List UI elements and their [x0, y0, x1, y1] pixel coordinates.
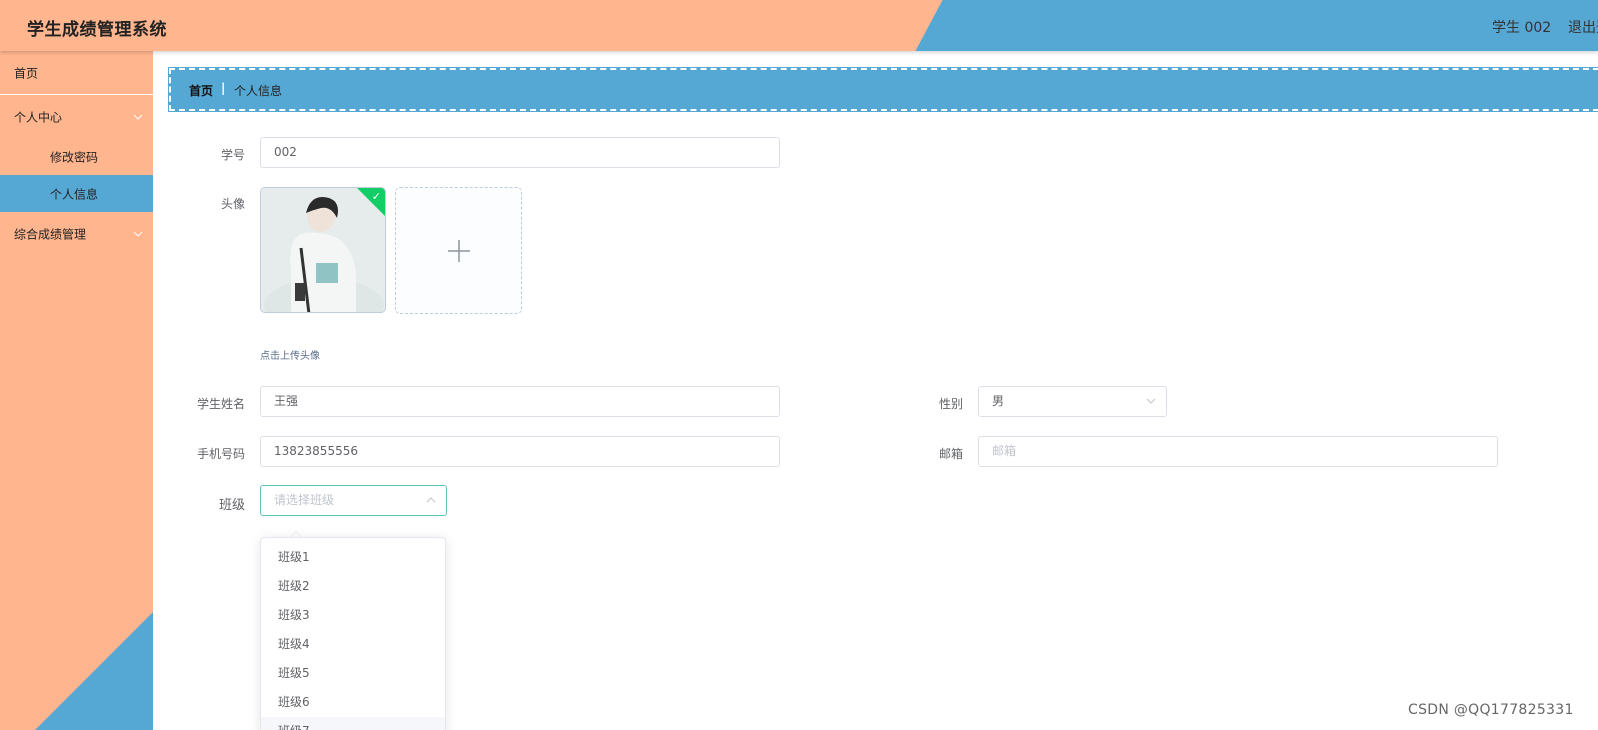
breadcrumb: 首页 | 个人信息 — [168, 67, 1598, 112]
avatar-upload-button[interactable] — [395, 187, 522, 314]
email-label: 邮箱 — [938, 447, 963, 461]
sidebar-decoration — [35, 612, 153, 730]
class-select-placeholder: 请选择班级 — [274, 493, 335, 507]
student-name-field[interactable]: 王强 — [260, 386, 780, 417]
sidebar-item-label: 修改密码 — [50, 150, 99, 164]
class-select[interactable]: 请选择班级 — [260, 485, 447, 516]
class-option[interactable]: 班级4 — [261, 630, 445, 659]
breadcrumb-current: 个人信息 — [234, 84, 283, 98]
gender-label: 性别 — [938, 397, 963, 411]
current-user-label: 学生 002 — [1492, 20, 1552, 36]
chevron-up-icon — [426, 497, 436, 503]
class-dropdown: 班级1 班级2 班级3 班级4 班级5 班级6 班级7 — [260, 537, 446, 730]
sidebar-item-personal-info[interactable]: 个人信息 — [0, 175, 153, 212]
sidebar-item-home[interactable]: 首页 — [0, 51, 153, 94]
class-option[interactable]: 班级5 — [261, 659, 445, 688]
email-field[interactable]: 邮箱 — [978, 436, 1498, 467]
sidebar-item-change-password[interactable]: 修改密码 — [0, 138, 153, 175]
top-header: 学生成绩管理系统 学生 002 退出登录 — [0, 0, 1598, 51]
class-option[interactable]: 班级2 — [261, 572, 445, 601]
student-name-label: 学生姓名 — [196, 397, 245, 411]
watermark: CSDN @QQ177825331 — [1408, 702, 1574, 718]
sidebar-item-personal-center[interactable]: 个人中心 — [0, 95, 153, 138]
app-title: 学生成绩管理系统 — [27, 20, 167, 40]
sidebar-item-label: 个人中心 — [14, 110, 63, 124]
class-label: 班级 — [218, 498, 245, 513]
main-content: 首页 | 个人信息 学号 002 头像 ✓ 点击上传头像 学生姓名 王强 性别 … — [153, 51, 1598, 730]
phone-label: 手机号码 — [196, 447, 245, 461]
logout-link[interactable]: 退出登录 — [1568, 17, 1598, 37]
plus-icon — [447, 239, 470, 262]
breadcrumb-home[interactable]: 首页 — [189, 82, 213, 99]
sidebar-item-grade-management[interactable]: 综合成绩管理 — [0, 214, 153, 254]
sidebar-item-label: 综合成绩管理 — [14, 227, 87, 242]
avatar[interactable]: ✓ — [260, 187, 386, 313]
class-option[interactable]: 班级7 — [261, 717, 445, 730]
student-id-field[interactable]: 002 — [260, 137, 780, 168]
avatar-label: 头像 — [220, 197, 245, 211]
phone-field[interactable]: 13823855556 — [260, 436, 780, 467]
sidebar-item-label: 首页 — [14, 66, 39, 80]
gender-select-value: 男 — [992, 394, 1005, 408]
chevron-down-icon — [1146, 398, 1156, 404]
sidebar: 首页 个人中心 修改密码 个人信息 综合成绩管理 — [0, 51, 153, 730]
chevron-down-icon — [133, 114, 143, 120]
student-id-label: 学号 — [220, 148, 245, 162]
gender-select[interactable]: 男 — [978, 386, 1167, 417]
class-option[interactable]: 班级3 — [261, 601, 445, 630]
avatar-upload-hint: 点击上传头像 — [260, 351, 320, 362]
chevron-down-icon — [133, 231, 143, 237]
breadcrumb-separator: | — [221, 81, 226, 95]
class-option[interactable]: 班级1 — [261, 543, 445, 572]
check-icon: ✓ — [371, 190, 381, 203]
class-option[interactable]: 班级6 — [261, 688, 445, 717]
sidebar-item-label: 个人信息 — [50, 187, 99, 201]
avatar-image — [261, 188, 385, 312]
